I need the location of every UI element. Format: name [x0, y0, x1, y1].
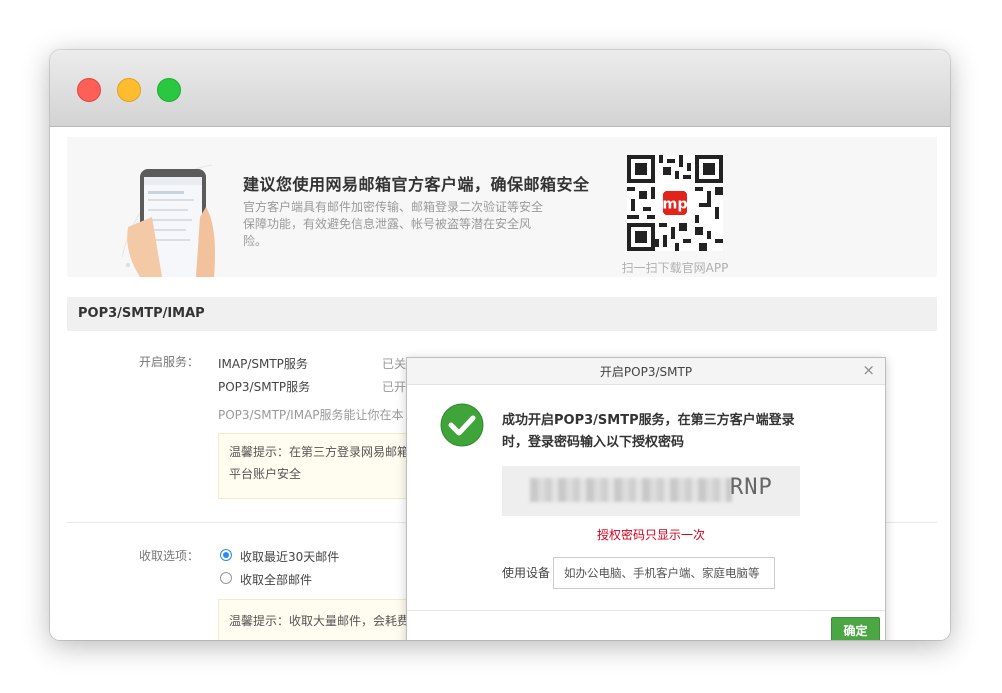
phone-illustration [122, 164, 215, 277]
dialog-footer-divider [407, 610, 885, 611]
section-header: POP3/SMTP/IMAP [67, 297, 937, 331]
enable-pop3-dialog: 开启POP3/SMTP × 成功开启POP3/SMTP服务，在第三方客户端登录时… [406, 357, 886, 640]
device-label: 使用设备 [502, 566, 551, 580]
qr-caption: 扫一扫下载官网APP [621, 261, 729, 275]
qr-logo: mp [662, 197, 687, 213]
banner-description: 官方客户端具有邮件加密传输、邮箱登录二次验证等安全保障功能，有效避免信息泄露、帐… [243, 200, 544, 248]
success-message: 成功开启POP3/SMTP服务，在第三方客户端登录时，登录密码输入以下授权密码 [502, 413, 795, 450]
auth-code-visible-tail: RNP [730, 475, 773, 500]
auth-code-masked [530, 478, 732, 502]
dialog-header: 开启POP3/SMTP × [407, 358, 885, 385]
auth-code-box: RNP [502, 466, 800, 516]
qr-code: mp [627, 155, 723, 251]
pop3-service-status[interactable]: 已开 [382, 378, 406, 395]
maximize-window-button[interactable] [157, 78, 181, 102]
imap-service-name: IMAP/SMTP服务 [218, 357, 308, 371]
receive-all-label[interactable]: 收取全部邮件 [240, 571, 312, 588]
app-window: 建议您使用网易邮箱官方客户端，确保邮箱安全 官方客户端具有邮件加密传输、邮箱登录… [50, 50, 950, 640]
receive-30-days-label[interactable]: 收取最近30天邮件 [240, 548, 339, 565]
client-promo-banner: 建议您使用网易邮箱官方客户端，确保邮箱安全 官方客户端具有邮件加密传输、邮箱登录… [67, 137, 937, 277]
receive-30-days-radio[interactable] [220, 549, 232, 561]
receive-options-label: 收取选项： [139, 549, 200, 563]
confirm-button[interactable]: 确定 [831, 617, 880, 640]
title-bar [50, 50, 950, 127]
receive-all-radio[interactable] [220, 572, 232, 584]
close-window-button[interactable] [77, 78, 101, 102]
service-description: POP3/SMTP/IMAP服务能让你在本 [218, 408, 404, 422]
minimize-window-button[interactable] [117, 78, 141, 102]
settings-page: 建议您使用网易邮箱官方客户端，确保邮箱安全 官方客户端具有邮件加密传输、邮箱登录… [50, 127, 950, 640]
service-label: 开启服务： [139, 355, 200, 369]
device-input[interactable] [553, 557, 775, 589]
dialog-title: 开启POP3/SMTP [599, 365, 693, 379]
success-check-icon [440, 403, 484, 447]
dialog-close-button[interactable]: × [862, 361, 875, 379]
pop3-service-name: POP3/SMTP服务 [218, 380, 311, 394]
imap-service-status[interactable]: 已关 [382, 355, 406, 372]
auth-code-warning: 授权密码只显示一次 [596, 528, 705, 542]
section-title: POP3/SMTP/IMAP [78, 306, 205, 321]
banner-title: 建议您使用网易邮箱官方客户端，确保邮箱安全 [243, 175, 590, 194]
